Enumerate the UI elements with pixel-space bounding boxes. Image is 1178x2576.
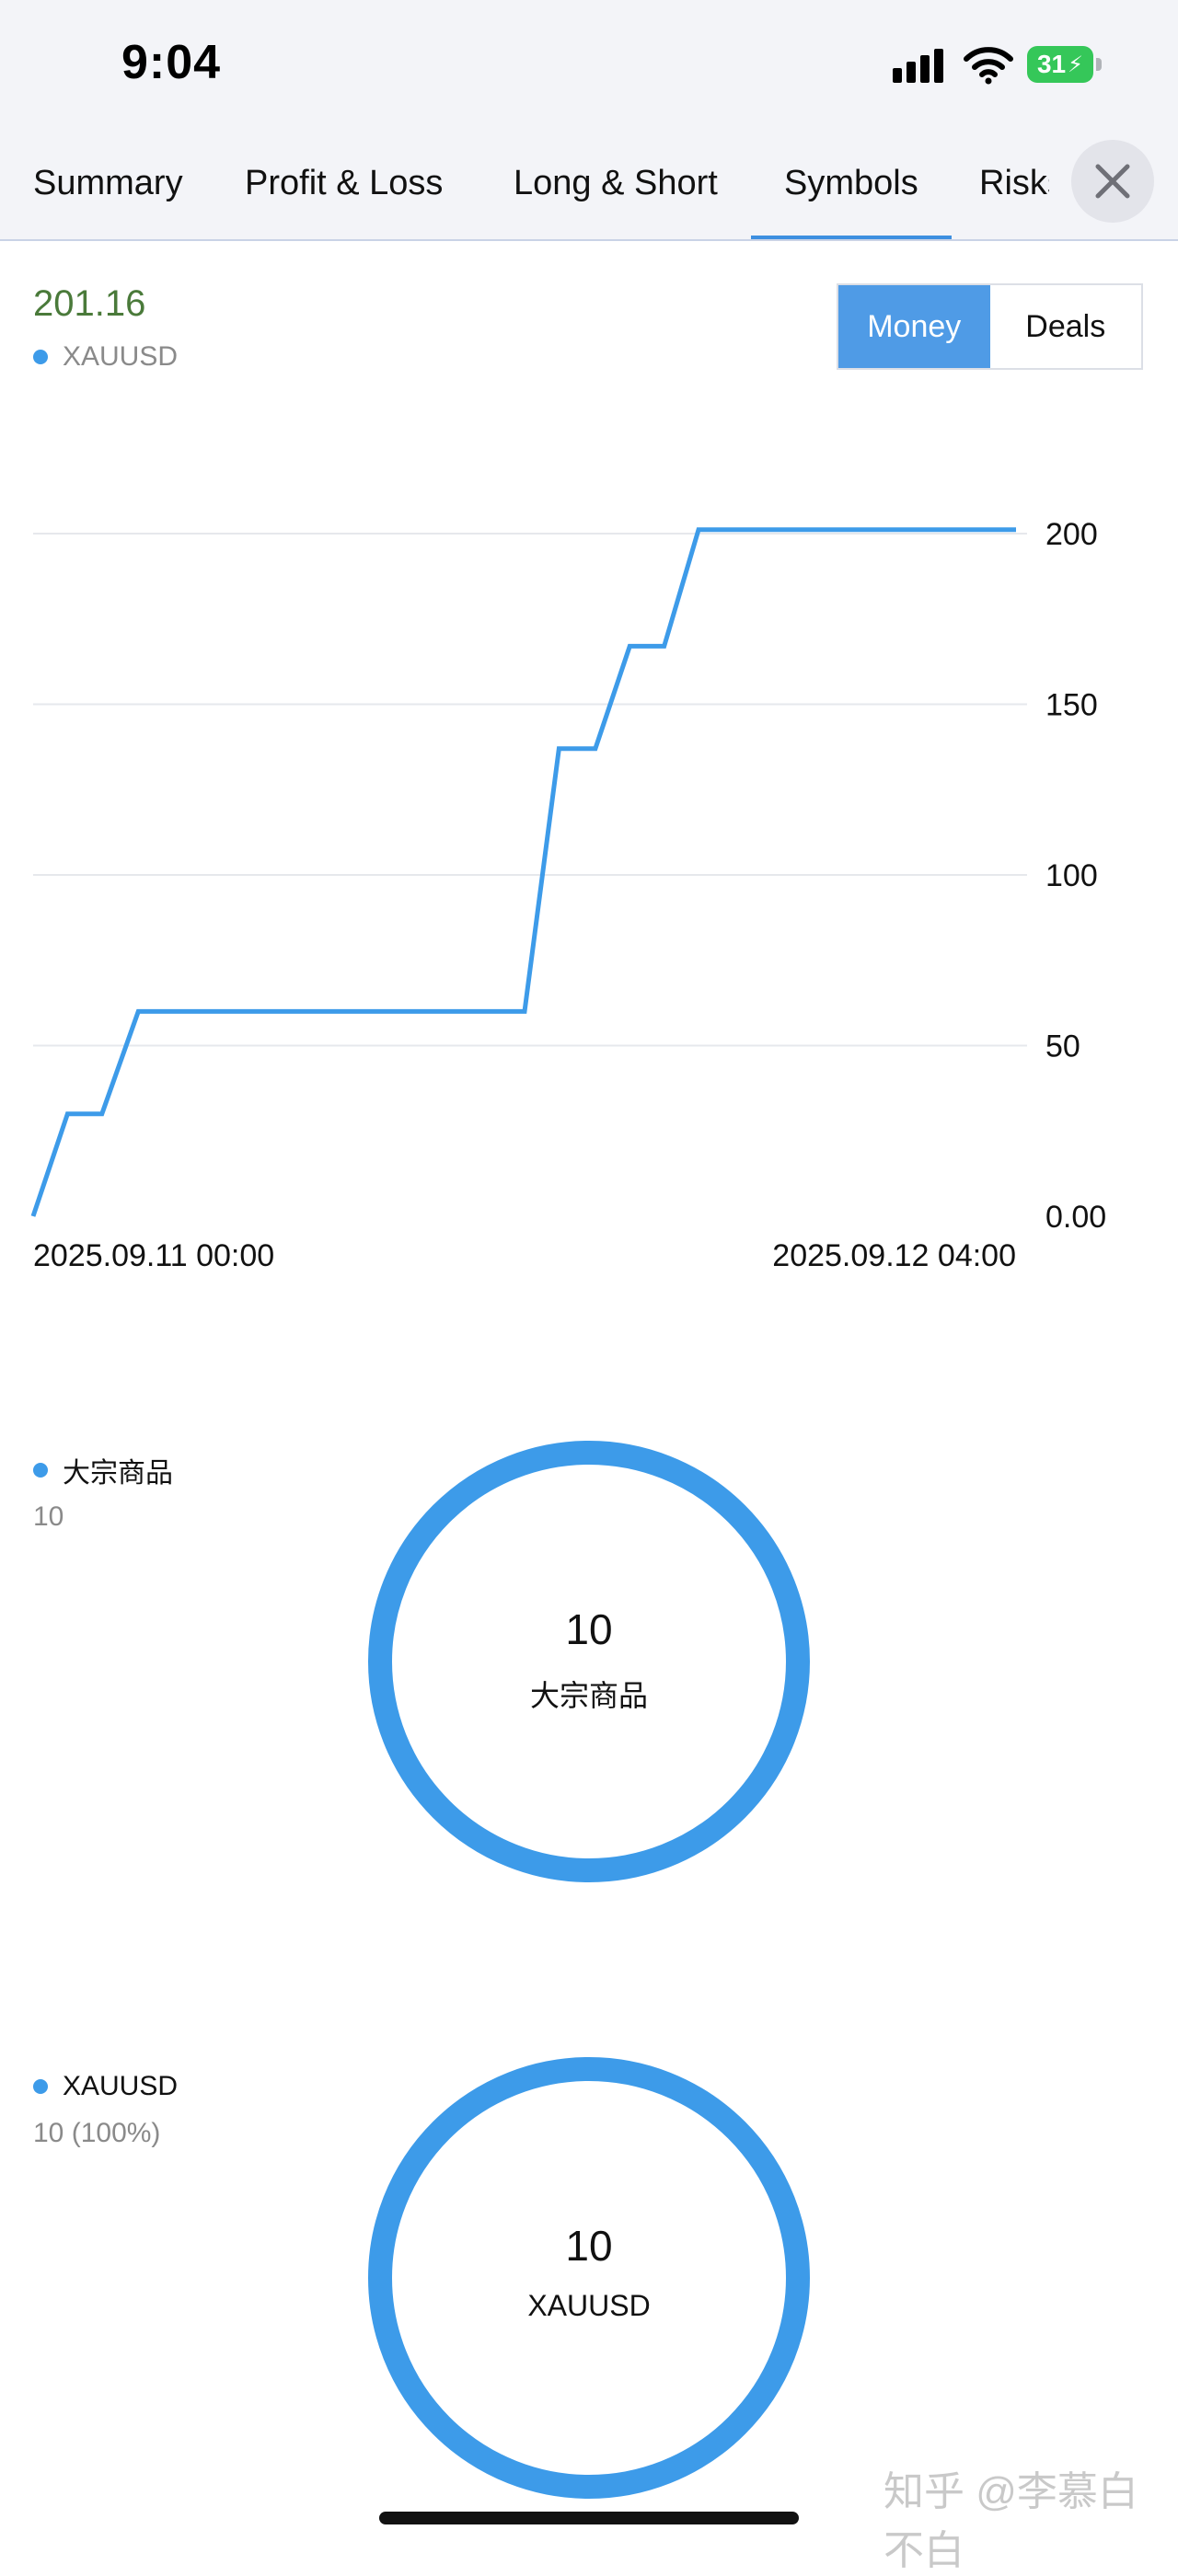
- sector-donut-value: 10: [565, 1605, 613, 1653]
- battery-charging-icon: 31 ⚡: [1027, 46, 1103, 83]
- tab-risks[interactable]: Risks: [979, 164, 1049, 239]
- battery-level: 31 ⚡: [1027, 46, 1093, 83]
- sector-donut: 10 大宗商品: [368, 1441, 810, 1882]
- close-icon: [1095, 164, 1130, 199]
- close-button[interactable]: [1071, 140, 1154, 223]
- battery-tip: [1096, 58, 1102, 71]
- y-tick-label: 200: [1045, 517, 1098, 552]
- donut-slice: [368, 2057, 810, 2499]
- sector-donut-label: 大宗商品: [529, 1679, 648, 1712]
- sector-legend-label: 大宗商品: [63, 1458, 173, 1489]
- sector-legend: 大宗商品: [33, 1450, 173, 1490]
- status-time: 9:04: [121, 36, 222, 89]
- y-tick-label: 150: [1045, 688, 1098, 723]
- bolt-icon: ⚡: [1068, 52, 1083, 77]
- watermark: 知乎 @李慕白不白: [884, 2469, 1138, 2573]
- donut-slice: [368, 1441, 810, 1882]
- chart-legend: XAUUSD: [33, 339, 178, 375]
- symbol-legend: XAUUSD: [33, 2066, 178, 2107]
- symbol-donut: 10 XAUUSD: [368, 2057, 810, 2499]
- y-tick-label: 100: [1045, 858, 1098, 893]
- deals-button[interactable]: Deals: [989, 285, 1141, 368]
- report-tabs: Summary Profit & Loss Long & Short Symbo…: [0, 129, 1178, 241]
- series-line-xauusd: [30, 527, 1016, 1217]
- symbol-profit-chart: 0.00 50 100 150 200 2025.09.11 00:00 2025.09.1…: [30, 517, 1106, 1273]
- money-button[interactable]: Money: [838, 285, 990, 368]
- symbol-legend-count: 10 (100%): [33, 2118, 161, 2148]
- symbol-profit-value: 201.16: [33, 283, 146, 324]
- tab-symbols[interactable]: Symbols: [751, 164, 952, 239]
- money-deals-toggle: Money Deals: [837, 283, 1143, 370]
- y-tick-label: 50: [1045, 1029, 1080, 1064]
- x-tick-label: 2025.09.11 00:00: [33, 1238, 274, 1273]
- legend-dot: [33, 350, 48, 364]
- legend-label: XAUUSD: [63, 341, 179, 372]
- x-tick-label: 2025.09.12 04:00: [772, 1238, 1016, 1273]
- y-tick-label: 0.00: [1045, 1200, 1106, 1235]
- symbol-donut-value: 10: [565, 2222, 613, 2270]
- legend-dot: [33, 2079, 48, 2094]
- wifi-icon: [964, 47, 1013, 85]
- status-bar: 9:04 31 ⚡: [0, 0, 1178, 129]
- legend-dot: [33, 1463, 48, 1478]
- symbol-donut-ring: [368, 2057, 810, 2499]
- symbol-donut-label: XAUUSD: [527, 2289, 651, 2322]
- tab-long-short[interactable]: Long & Short: [514, 164, 718, 239]
- battery-percent: 31: [1036, 50, 1067, 78]
- sector-donut-ring: [368, 1441, 810, 1882]
- symbol-legend-label: XAUUSD: [63, 2071, 179, 2101]
- sector-legend-count: 10: [33, 1501, 64, 1532]
- home-indicator: [379, 2512, 799, 2524]
- sector-donut-section: 大宗商品 10 10 大宗商品: [0, 1441, 1178, 1928]
- tab-profit-loss[interactable]: Profit & Loss: [245, 164, 443, 239]
- tab-summary[interactable]: Summary: [33, 164, 183, 239]
- signal-icon: [893, 49, 943, 83]
